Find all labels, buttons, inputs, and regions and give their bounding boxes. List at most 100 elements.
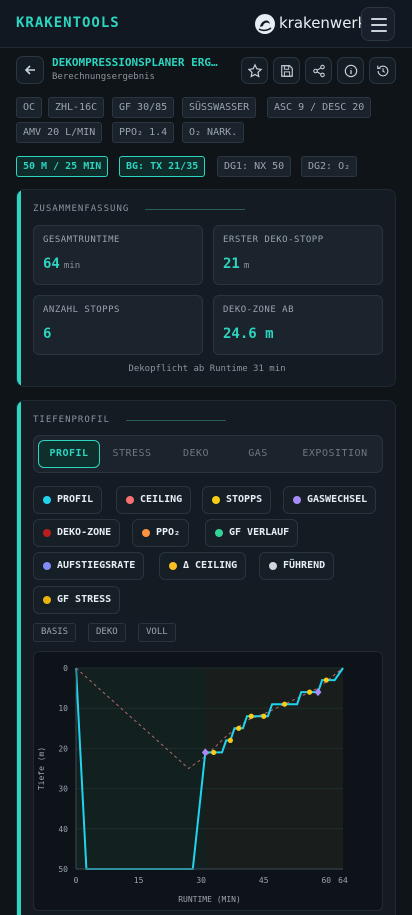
x-tick-label: 15 — [134, 876, 144, 885]
legend-toggle-ceiling[interactable]: CEILING — [116, 486, 192, 514]
deco-zone-shading — [205, 668, 343, 869]
x-axis-label: RUNTIME (MIN) — [178, 895, 241, 904]
legend-toggle-aufstiegsrate[interactable]: AUFSTIEGSRATE — [33, 552, 145, 580]
view-basis-button[interactable]: BASIS — [33, 623, 77, 642]
legend-toggle-profil[interactable]: PROFIL — [33, 486, 103, 514]
info-button[interactable] — [337, 57, 364, 84]
arrow-left-icon — [24, 65, 35, 75]
company-logo-text: krakenwerk — [279, 14, 367, 32]
legend-dot — [293, 496, 301, 504]
param-chip: ASC 9 / DESC 20 — [267, 97, 372, 118]
share-icon — [312, 64, 325, 77]
stat-stop-count: ANZAHL STOPPS 6 — [33, 295, 203, 355]
tab-gas[interactable]: GAS — [230, 440, 286, 468]
stat-label: ERSTER DEKO-STOPP — [223, 235, 324, 245]
legend-dot — [43, 496, 51, 504]
stop-marker — [236, 725, 242, 731]
history-icon — [376, 65, 388, 76]
y-tick-label: 50 — [58, 865, 68, 874]
param-chip: OC — [16, 97, 43, 118]
chart-tabs: PROFIL STRESS DEKO GAS EXPOSITION — [33, 435, 383, 473]
stat-label: GESAMTRUNTIME — [43, 235, 120, 245]
param-chip: GF 30/85 — [112, 97, 175, 118]
x-tick-label: 45 — [259, 876, 269, 885]
chart-svg: 0 10 20 30 40 50 0 15 30 45 60 64 RUNTIME (MIN) Tiefe… — [37, 664, 348, 904]
stop-marker — [307, 689, 313, 695]
legend-dot — [43, 529, 51, 537]
view-deko-button[interactable]: DEKO — [88, 623, 126, 642]
dive-plan-chip: 50 M / 25 MIN — [16, 156, 109, 177]
param-chip: O₂ NARK. — [182, 122, 245, 143]
param-chip: ZHL-16C — [48, 97, 105, 118]
param-chip: SÜSSWASSER — [182, 97, 257, 118]
param-chip: PPO₂ 1.4 — [112, 122, 175, 143]
stat-total-runtime: GESAMTRUNTIME 64 min — [33, 225, 203, 285]
tab-exposition[interactable]: EXPOSITION — [290, 440, 380, 468]
stop-marker — [211, 749, 217, 756]
legend-dot — [212, 496, 220, 504]
legend-dot — [269, 562, 277, 570]
stop-marker — [261, 713, 267, 719]
x-tick-label: 64 — [338, 876, 348, 885]
y-axis-label: Tiefe (m) — [37, 747, 46, 790]
y-tick-label: 40 — [58, 825, 68, 834]
stop-marker — [227, 737, 233, 743]
back-button[interactable] — [16, 56, 44, 84]
stop-marker — [323, 677, 329, 683]
history-button[interactable] — [369, 57, 396, 84]
section-divider — [126, 420, 226, 421]
stat-first-stop: ERSTER DEKO-STOPP 21 m — [213, 225, 383, 285]
summary-card: ZUSAMMENFASSUNG GESAMTRUNTIME 64 min ERST… — [16, 189, 396, 387]
legend-toggle-gf-verlauf[interactable]: GF VERLAUF — [205, 519, 299, 547]
kraken-logo-icon — [255, 14, 275, 34]
menu-icon — [371, 18, 387, 20]
tab-profil[interactable]: PROFIL — [38, 440, 100, 468]
page-header: DEKOMPRESSIONSPLANER ERG… Berechnungserg… — [0, 48, 412, 92]
brand-name[interactable]: KRAKENTOOLS — [16, 15, 120, 31]
legend-toggle-ppo2[interactable]: PPO₂ — [132, 519, 190, 547]
stat-deco-zone: DEKO-ZONE AB 24.6 m — [213, 295, 383, 355]
y-tick-label: 10 — [58, 704, 68, 713]
deco-note: Dekopflicht ab Runtime 31 min — [128, 364, 286, 374]
legend-dot — [43, 562, 51, 570]
deco-gas-chip: DG2: O₂ — [301, 156, 358, 177]
page-subtitle: Berechnungsergebnis — [52, 72, 155, 82]
bottom-gas-chip: BG: TX 21/35 — [119, 156, 206, 177]
app-header: KRAKENTOOLS krakenwerk — [0, 0, 412, 48]
stat-value: 6 — [43, 326, 52, 342]
deco-gas-chip: DG1: NX 50 — [217, 156, 292, 177]
profile-title: TIEFENPROFIL — [33, 415, 111, 425]
floppy-icon — [280, 64, 293, 77]
tab-stress[interactable]: STRESS — [104, 440, 160, 468]
legend-toggle-deko-zone[interactable]: DEKO-ZONE — [33, 519, 121, 547]
info-icon — [344, 64, 357, 77]
menu-icon — [371, 30, 387, 32]
stat-value: 21 m — [223, 256, 250, 272]
favorite-button[interactable] — [241, 57, 268, 84]
legend-toggle-fuehrend[interactable]: FÜHREND — [259, 552, 335, 580]
star-icon — [247, 63, 262, 78]
y-tick-label: 0 — [63, 664, 68, 673]
page-title: DEKOMPRESSIONSPLANER ERG… — [52, 56, 218, 69]
hamburger-menu-button[interactable] — [361, 7, 395, 41]
stat-label: DEKO-ZONE AB — [223, 305, 295, 315]
legend-toggle-gf-stress[interactable]: GF STRESS — [33, 586, 121, 614]
stat-label: ANZAHL STOPPS — [43, 305, 120, 315]
param-chip: AMV 20 L/MIN — [16, 122, 103, 143]
share-button[interactable] — [305, 57, 332, 84]
view-voll-button[interactable]: VOLL — [138, 623, 176, 642]
save-button[interactable] — [273, 57, 300, 84]
legend-toggle-gaswechsel[interactable]: GASWECHSEL — [283, 486, 377, 514]
x-tick-label: 30 — [196, 876, 206, 885]
legend-toggle-stopps[interactable]: STOPPS — [202, 486, 272, 514]
stat-value: 64 min — [43, 256, 81, 272]
card-accent — [17, 401, 21, 915]
stop-marker — [248, 713, 254, 719]
tab-deko[interactable]: DEKO — [166, 440, 226, 468]
legend-dot — [169, 562, 177, 570]
y-tick-label: 30 — [58, 785, 68, 794]
legend-dot — [215, 529, 223, 537]
section-divider — [145, 209, 245, 210]
legend-toggle-delta-ceiling[interactable]: Δ CEILING — [159, 552, 247, 580]
depth-profile-chart[interactable]: 0 10 20 30 40 50 0 15 30 45 60 64 RUNTIME (MIN) Tiefe… — [33, 651, 383, 911]
